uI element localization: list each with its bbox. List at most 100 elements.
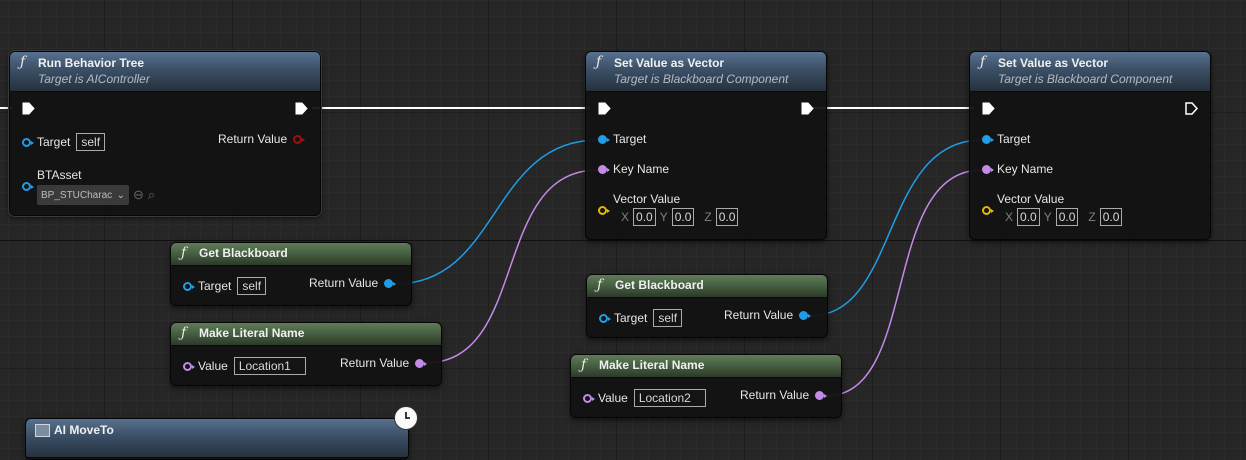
vector-value-label: Vector Value bbox=[613, 192, 681, 206]
name-pin-icon[interactable] bbox=[982, 164, 994, 174]
x-label: X bbox=[1005, 210, 1014, 224]
object-pin-icon[interactable] bbox=[384, 278, 397, 288]
run-behavior-tree-node[interactable]: ƒ Run Behavior Tree Target is AIControll… bbox=[8, 50, 322, 217]
value-field[interactable]: Location1 bbox=[233, 357, 306, 375]
name-wire-1 bbox=[424, 169, 599, 364]
target-self-field[interactable]: self bbox=[237, 277, 267, 295]
return-row: Return Value bbox=[740, 388, 828, 402]
target-row: Target self bbox=[599, 309, 683, 327]
browse-icon[interactable]: ⌕ bbox=[148, 187, 155, 203]
object-pin-icon[interactable] bbox=[799, 310, 812, 320]
node-title: AI MoveTo bbox=[54, 423, 114, 437]
y-label: Y bbox=[659, 210, 668, 224]
target-self-field[interactable]: self bbox=[653, 309, 683, 327]
btasset-dropdown[interactable]: BP_STUCharac ⌄ bbox=[37, 185, 129, 205]
make-literal-name-node-1[interactable]: ƒ Make Literal Name Value Location1 Retu… bbox=[170, 322, 442, 386]
use-selected-icon[interactable]: ⊖ bbox=[133, 187, 144, 203]
node-subtitle: Target is Blackboard Component bbox=[614, 72, 789, 86]
name-pin-icon[interactable] bbox=[415, 358, 428, 368]
value-label: Value bbox=[598, 391, 628, 405]
node-subtitle: Target is Blackboard Component bbox=[998, 72, 1173, 86]
vector-value-label: Vector Value bbox=[997, 192, 1065, 206]
btasset-row: BTAsset BP_STUCharac ⌄ ⊖ ⌕ bbox=[22, 168, 155, 205]
node-header: AI MoveTo bbox=[26, 419, 408, 458]
target-row: Target self bbox=[22, 133, 106, 151]
name-wire-2 bbox=[825, 169, 983, 397]
node-title: Run Behavior Tree bbox=[38, 56, 145, 70]
key-name-label: Key Name bbox=[613, 162, 670, 176]
node-title: Get Blackboard bbox=[615, 278, 704, 292]
x-field[interactable]: 0.0 bbox=[633, 208, 656, 226]
vector-value-row: Vector Value X 0.0 Y 0.0 Z 0.0 bbox=[598, 192, 739, 226]
y-field[interactable]: 0.0 bbox=[671, 208, 695, 226]
z-field[interactable]: 0.0 bbox=[1099, 208, 1123, 226]
object-wire-1 bbox=[394, 139, 599, 285]
function-icon: ƒ bbox=[181, 325, 187, 341]
vector-pin-icon[interactable] bbox=[598, 206, 610, 215]
key-name-row: Key Name bbox=[598, 162, 669, 176]
node-title: Get Blackboard bbox=[199, 246, 288, 260]
node-header: ƒ Run Behavior Tree Target is AIControll… bbox=[10, 52, 320, 92]
get-blackboard-node-2[interactable]: ƒ Get Blackboard Target self Return Valu… bbox=[586, 274, 828, 338]
target-row: Target bbox=[982, 132, 1030, 146]
object-pin-icon[interactable] bbox=[183, 281, 195, 291]
return-label: Return Value bbox=[218, 132, 288, 146]
return-label: Return Value bbox=[740, 388, 810, 402]
key-name-label: Key Name bbox=[997, 162, 1054, 176]
return-row: Return Value bbox=[340, 356, 428, 370]
get-blackboard-node-1[interactable]: ƒ Get Blackboard Target self Return Valu… bbox=[170, 242, 412, 306]
node-header: ƒ Get Blackboard bbox=[171, 243, 411, 266]
object-pin-icon[interactable] bbox=[598, 134, 610, 144]
target-row: Target self bbox=[183, 277, 267, 295]
return-row: Return Value bbox=[724, 308, 812, 322]
node-header: ƒ Set Value as Vector Target is Blackboa… bbox=[970, 52, 1210, 92]
target-label: Target bbox=[198, 279, 232, 293]
return-row: Return Value bbox=[218, 132, 306, 146]
return-row: Return Value bbox=[309, 276, 397, 290]
name-pin-icon[interactable] bbox=[583, 393, 595, 403]
target-label: Target bbox=[614, 311, 648, 325]
chevron-down-icon: ⌄ bbox=[116, 189, 125, 201]
vector-value-row: Vector Value X 0.0 Y 0.0 Z 0.0 bbox=[982, 192, 1123, 226]
make-literal-name-node-2[interactable]: ƒ Make Literal Name Value Location2 Retu… bbox=[570, 354, 842, 418]
btasset-value: BP_STUCharac bbox=[41, 189, 113, 201]
z-field[interactable]: 0.0 bbox=[715, 208, 739, 226]
macro-icon bbox=[35, 424, 50, 437]
function-icon: ƒ bbox=[20, 54, 26, 70]
x-field[interactable]: 0.0 bbox=[1017, 208, 1040, 226]
ai-moveto-node[interactable]: AI MoveTo bbox=[25, 418, 409, 460]
value-row: Value Location2 bbox=[583, 389, 706, 407]
function-icon: ƒ bbox=[597, 277, 603, 293]
function-icon: ƒ bbox=[181, 245, 187, 261]
return-pin-icon[interactable] bbox=[293, 134, 306, 144]
object-pin-icon[interactable] bbox=[982, 134, 994, 144]
return-label: Return Value bbox=[340, 356, 410, 370]
value-row: Value Location1 bbox=[183, 357, 306, 375]
object-pin-icon[interactable] bbox=[22, 182, 34, 191]
value-label: Value bbox=[198, 359, 228, 373]
graph-axis-line bbox=[0, 240, 1246, 241]
node-subtitle: Target is AIController bbox=[38, 72, 150, 86]
node-header: ƒ Make Literal Name bbox=[171, 323, 441, 346]
return-label: Return Value bbox=[724, 308, 794, 322]
y-field[interactable]: 0.0 bbox=[1055, 208, 1079, 226]
node-header: ƒ Set Value as Vector Target is Blackboa… bbox=[586, 52, 826, 92]
name-pin-icon[interactable] bbox=[183, 361, 195, 371]
set-value-as-vector-node-1[interactable]: ƒ Set Value as Vector Target is Blackboa… bbox=[585, 51, 827, 240]
node-header: ƒ Make Literal Name bbox=[571, 355, 841, 378]
name-pin-icon[interactable] bbox=[598, 164, 610, 174]
object-pin-icon[interactable] bbox=[22, 137, 34, 147]
set-value-as-vector-node-2[interactable]: ƒ Set Value as Vector Target is Blackboa… bbox=[969, 51, 1211, 240]
value-field[interactable]: Location2 bbox=[633, 389, 706, 407]
x-label: X bbox=[621, 210, 630, 224]
name-pin-icon[interactable] bbox=[815, 390, 828, 400]
return-label: Return Value bbox=[309, 276, 379, 290]
node-title: Make Literal Name bbox=[599, 358, 705, 372]
btasset-label: BTAsset bbox=[37, 168, 82, 182]
vector-pin-icon[interactable] bbox=[982, 206, 994, 215]
clock-icon bbox=[394, 406, 418, 430]
target-self-field[interactable]: self bbox=[76, 133, 106, 151]
object-pin-icon[interactable] bbox=[599, 313, 611, 323]
function-icon: ƒ bbox=[980, 54, 986, 70]
function-icon: ƒ bbox=[596, 54, 602, 70]
